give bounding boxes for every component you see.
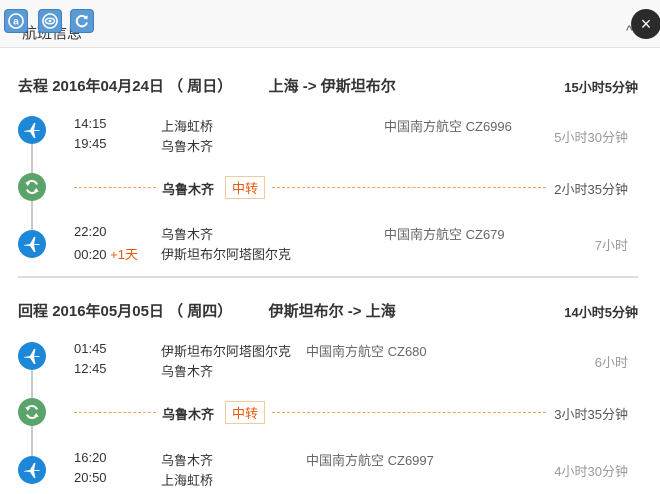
flight-duration: 5小时30分钟 [554, 130, 628, 145]
transfer-dash-left [74, 187, 156, 188]
return-title: 回程 2016年05月05日 （ 周四） 伊斯坦布尔 -> 上海 [18, 300, 396, 321]
return-label: 回程 [18, 303, 49, 320]
arr-city: 乌鲁木齐 [161, 139, 214, 154]
eye-icon[interactable] [38, 9, 62, 33]
dep-time: 01:45 [74, 341, 107, 356]
transfer-icon [18, 398, 46, 426]
transfer-dash-right [272, 412, 546, 413]
dep-time: 14:15 [74, 116, 107, 131]
close-button[interactable]: × [631, 9, 660, 39]
plane-icon [18, 456, 46, 484]
dep-city: 伊斯坦布尔阿塔图尔克 [161, 344, 292, 359]
flight-duration: 6小时 [594, 355, 628, 370]
return-weekday: （ 周四） [168, 303, 233, 320]
svg-text:a: a [13, 17, 19, 28]
arr-time: 12:45 [74, 361, 107, 376]
arr-time: 00:20 [74, 247, 107, 262]
transfer-city: 乌鲁木齐 [162, 407, 215, 422]
arr-city: 上海虹桥 [161, 473, 214, 488]
transfer-badge: 中转 [225, 176, 266, 199]
plane-icon [18, 116, 46, 144]
dep-city: 上海虹桥 [161, 119, 214, 134]
transfer-dash-left [74, 412, 156, 413]
return-date: 2016年05月05日 [52, 303, 164, 320]
outbound-route: 上海 -> 伊斯坦布尔 [268, 78, 396, 95]
airline-flight: 中国南方航空 CZ679 [384, 227, 505, 242]
outbound-label: 去程 [18, 78, 49, 95]
transfer-icon [18, 173, 46, 201]
outbound-date: 2016年04月24日 [52, 78, 164, 95]
arr-time: 20:50 [74, 470, 107, 485]
flight-duration: 4小时30分钟 [554, 464, 628, 479]
arr-city: 伊斯坦布尔阿塔图尔克 [161, 247, 292, 262]
outbound-weekday: （ 周日） [168, 78, 233, 95]
a-circle-icon[interactable]: a [4, 9, 28, 33]
transfer-dash-right [272, 187, 546, 188]
transfer-city: 乌鲁木齐 [162, 182, 215, 197]
return-route: 伊斯坦布尔 -> 上海 [268, 303, 396, 320]
transfer-duration: 2小时35分钟 [554, 182, 628, 197]
section-divider [18, 276, 638, 278]
return-total-duration: 14小时5分钟 [564, 305, 638, 320]
dep-time: 22:20 [74, 224, 107, 239]
outbound-total-duration: 15小时5分钟 [564, 80, 638, 95]
dep-time: 16:20 [74, 450, 107, 465]
refresh-icon[interactable] [70, 9, 94, 33]
outbound-title: 去程 2016年04月24日 （ 周日） 上海 -> 伊斯坦布尔 [18, 75, 396, 96]
next-day-badge: +1天 [110, 247, 138, 262]
transfer-duration: 3小时35分钟 [554, 407, 628, 422]
airline-flight: 中国南方航空 CZ680 [306, 344, 427, 359]
dialog-header: 航班信息 ^ [0, 0, 660, 48]
airline-flight: 中国南方航空 CZ6996 [384, 119, 512, 134]
transfer-badge: 中转 [225, 401, 266, 424]
plane-icon [18, 342, 46, 370]
dep-city: 乌鲁木齐 [161, 227, 214, 242]
arr-time: 19:45 [74, 136, 107, 151]
dep-city: 乌鲁木齐 [161, 453, 214, 468]
flight-duration: 7小时 [594, 238, 628, 253]
arr-time-row: 00:20 +1天 [74, 244, 138, 263]
airline-flight: 中国南方航空 CZ6997 [306, 453, 434, 468]
arr-city: 乌鲁木齐 [161, 364, 214, 379]
plane-icon [18, 230, 46, 258]
